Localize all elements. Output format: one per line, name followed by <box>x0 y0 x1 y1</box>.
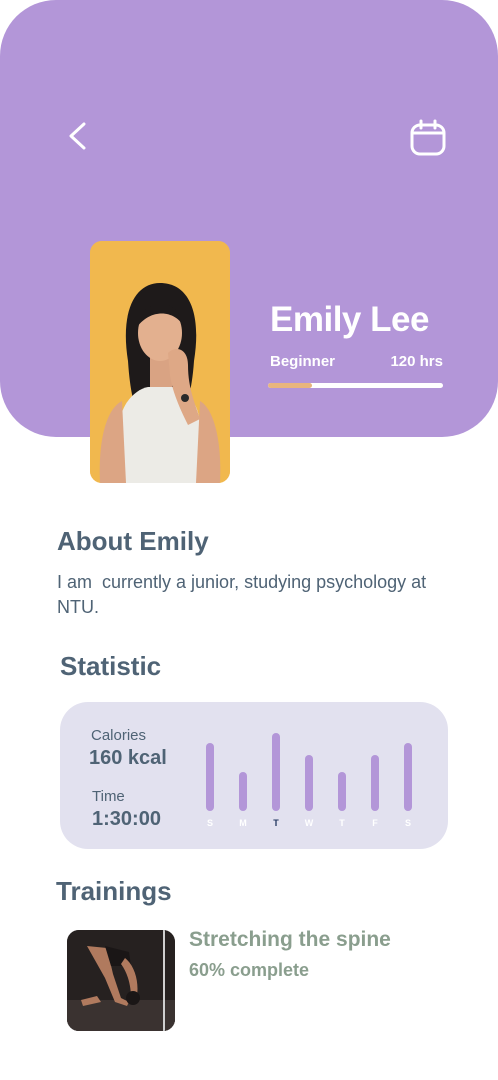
profile-name: Emily Lee <box>270 300 429 339</box>
day-label: F <box>372 818 378 828</box>
day-bar-column: M <box>233 702 253 849</box>
training-progress: 60% complete <box>189 960 310 980</box>
training-thumbnail[interactable] <box>67 930 175 1031</box>
day-bar-column: T <box>266 702 286 849</box>
day-label: S <box>404 818 411 828</box>
day-bar-column: W <box>299 702 319 849</box>
day-label: T <box>273 818 279 828</box>
day-bar <box>338 772 346 811</box>
day-bar <box>206 743 214 811</box>
day-bar <box>272 733 280 811</box>
day-bar-column: S <box>398 702 418 849</box>
day-label: M <box>239 818 247 828</box>
profile-header: Emily Lee Beginner 120 hrs <box>0 0 498 437</box>
calories-value: 160 kcal <box>89 747 167 769</box>
day-bar <box>305 755 313 811</box>
statistic-title: Statistic <box>60 651 162 681</box>
time-value: 1:30:00 <box>92 808 161 830</box>
level-progress-bar <box>268 383 443 388</box>
hours-label: 120 hrs <box>390 353 443 370</box>
level-progress-fill <box>268 383 312 388</box>
trainings-title: Trainings <box>56 876 172 906</box>
about-text: I am currently a junior, studying psycho… <box>57 572 432 617</box>
training-name[interactable]: Stretching the spine <box>189 928 391 952</box>
day-bar-column: S <box>200 702 220 849</box>
calories-label: Calories <box>91 727 147 744</box>
day-bar <box>404 743 412 811</box>
time-label: Time <box>92 788 125 805</box>
chevron-left-icon <box>69 122 86 150</box>
weekly-bar-chart: SMTWTFS <box>200 702 430 849</box>
day-bar-column: F <box>365 702 385 849</box>
day-label: S <box>206 818 213 828</box>
day-label: W <box>304 818 314 828</box>
day-bar <box>371 755 379 811</box>
day-label: T <box>339 818 345 828</box>
calendar-button[interactable] <box>404 114 452 162</box>
back-button[interactable] <box>56 114 100 158</box>
about-title: About Emily <box>57 526 209 556</box>
statistic-card: Calories 160 kcal Time 1:30:00 S M T W T F S <box>60 702 448 849</box>
day-bar <box>239 772 247 811</box>
profile-photo <box>90 241 230 483</box>
calendar-icon <box>410 119 446 156</box>
level-label: Beginner <box>270 353 336 370</box>
day-bar-column: T <box>332 702 352 849</box>
